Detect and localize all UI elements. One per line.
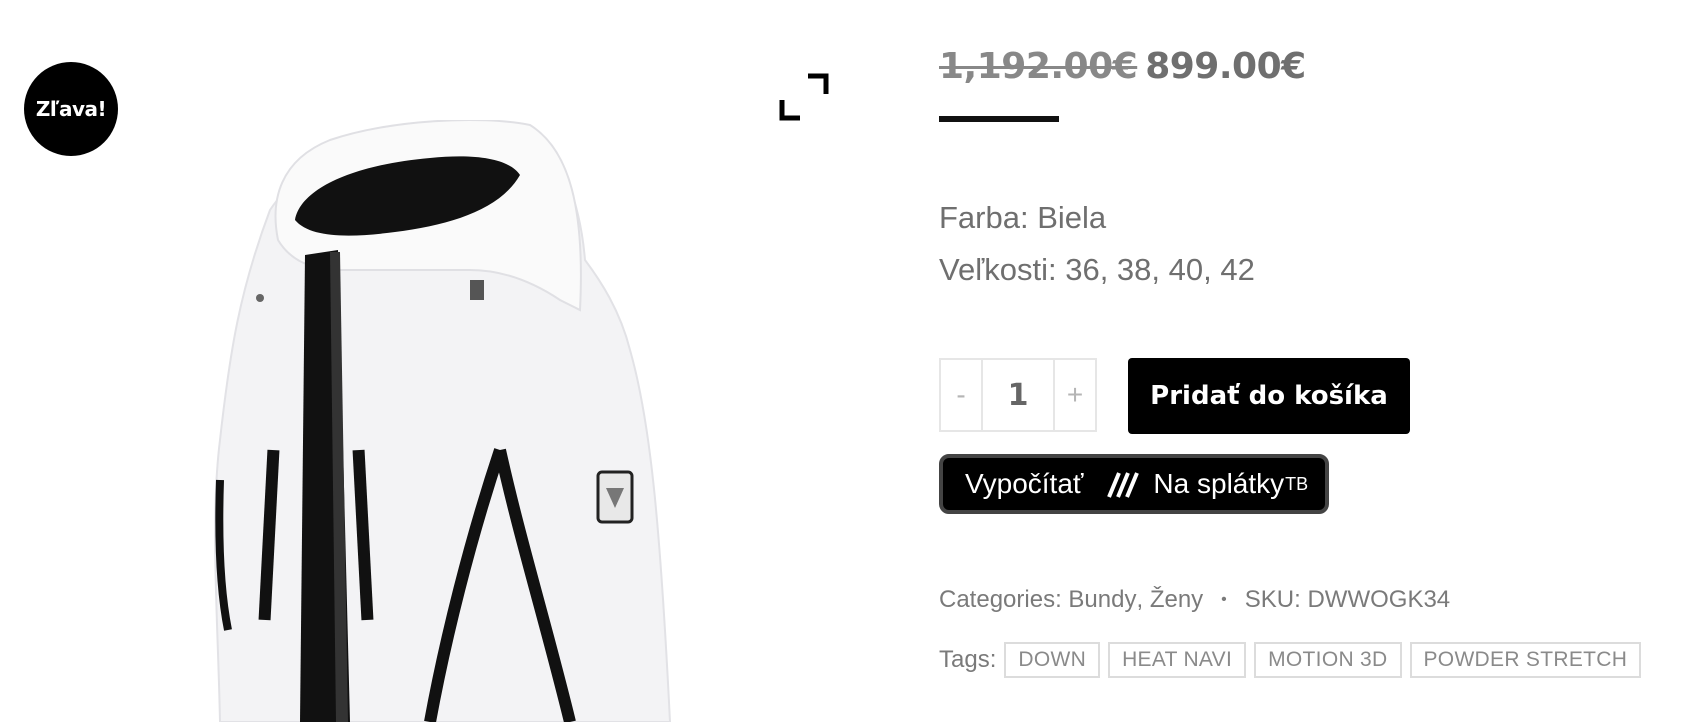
tb-label: TB: [1285, 473, 1309, 494]
calculate-label: Vypočítať: [965, 468, 1084, 499]
tags-label: Tags:: [939, 646, 997, 673]
product-meta: Categories: Bundy, Ženy • SKU: DWWOGK34: [939, 586, 1451, 614]
installment-label: Na splátky: [1153, 468, 1285, 499]
quantity-input[interactable]: 1: [981, 360, 1055, 430]
quantity-stepper: - 1 +: [939, 358, 1097, 432]
tag-motion-3d[interactable]: MOTION 3D: [1254, 642, 1402, 678]
categories-label: Categories:: [939, 586, 1062, 613]
separator-dot: •: [1221, 591, 1227, 608]
tags-row: Tags: DOWN HEAT NAVI MOTION 3D POWDER ST…: [939, 642, 1642, 678]
sizes-attribute: Veľkosti: 36, 38, 40, 42: [939, 252, 1255, 287]
quantity-minus-button[interactable]: -: [941, 360, 981, 430]
fullscreen-icon[interactable]: [778, 72, 830, 124]
old-price: 1,192.00€: [939, 46, 1138, 87]
tag-powder-stretch[interactable]: POWDER STRETCH: [1409, 642, 1642, 678]
sku-value: DWWOGK34: [1307, 586, 1451, 613]
tag-heat-navi[interactable]: HEAT NAVI: [1108, 642, 1247, 678]
divider: [939, 116, 1059, 122]
installment-calculator-button[interactable]: Vypočítať Na splátky TB: [939, 454, 1329, 514]
tag-down[interactable]: DOWN: [1004, 642, 1101, 678]
quantity-plus-button[interactable]: +: [1055, 360, 1095, 430]
category-link-zeny[interactable]: Ženy: [1150, 586, 1203, 614]
product-gallery: Zľava!: [0, 0, 860, 722]
product-image[interactable]: [200, 120, 720, 722]
color-attribute: Farba: Biela: [939, 200, 1107, 235]
category-link-bundy[interactable]: Bundy: [1068, 586, 1136, 614]
sale-badge: Zľava!: [24, 62, 118, 156]
slashes-icon: [1107, 472, 1140, 498]
price: 1,192.00€ 899.00€: [939, 46, 1306, 87]
add-to-cart-button[interactable]: Pridať do košíka: [1128, 358, 1410, 434]
sku-label: SKU:: [1244, 586, 1301, 613]
sale-price: 899.00€: [1145, 46, 1306, 87]
